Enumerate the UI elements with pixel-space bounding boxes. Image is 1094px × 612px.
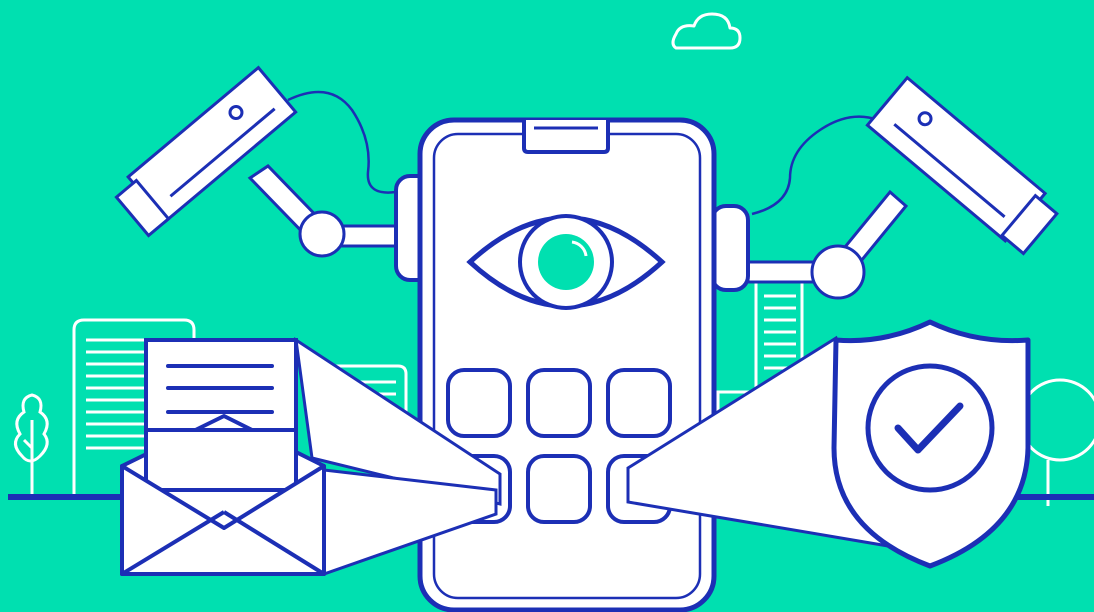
envelope-icon (120, 414, 326, 576)
app-tile (606, 368, 672, 438)
app-tile (526, 454, 592, 524)
app-tile (446, 368, 512, 438)
phone-notch (522, 120, 610, 154)
surveillance-illustration (0, 0, 1094, 612)
phone-body (417, 117, 717, 612)
eye-iris (538, 234, 594, 290)
app-tile (526, 368, 592, 438)
